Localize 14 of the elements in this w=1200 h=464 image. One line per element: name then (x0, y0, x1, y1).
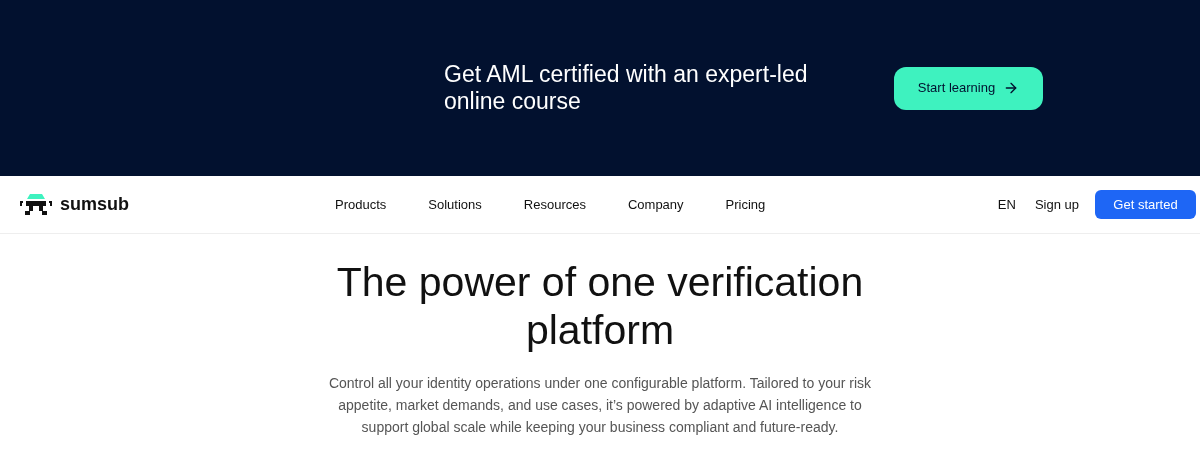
nav-link[interactable]: Pricing (725, 194, 766, 215)
nav-link[interactable]: Company (627, 194, 684, 215)
logo-wordmark: sumsub (60, 193, 129, 216)
sign-up-link[interactable]: Sign up (1034, 194, 1079, 215)
get-started-button[interactable]: Get started (1095, 190, 1196, 219)
nav-link[interactable]: Products (335, 194, 387, 215)
banner-text: Get AML certified with an expert-led online course (444, 61, 809, 115)
nav-link[interactable]: Solutions (428, 194, 482, 215)
nav-link[interactable]: Resources (523, 194, 586, 215)
start-learning-button[interactable]: Start learning (894, 66, 1043, 110)
hero-title: The power of one verification platform (335, 258, 865, 354)
language-link[interactable]: EN (997, 194, 1016, 215)
logo-icon (20, 193, 52, 216)
hero-subtitle: Control all your identity operations under one configurable platform. Tailored to your risk appetite, market demands, and use cases, it’s powered by adaptive AI intelligence to support global scale while keeping your business compliant and future-ready. (327, 374, 873, 437)
